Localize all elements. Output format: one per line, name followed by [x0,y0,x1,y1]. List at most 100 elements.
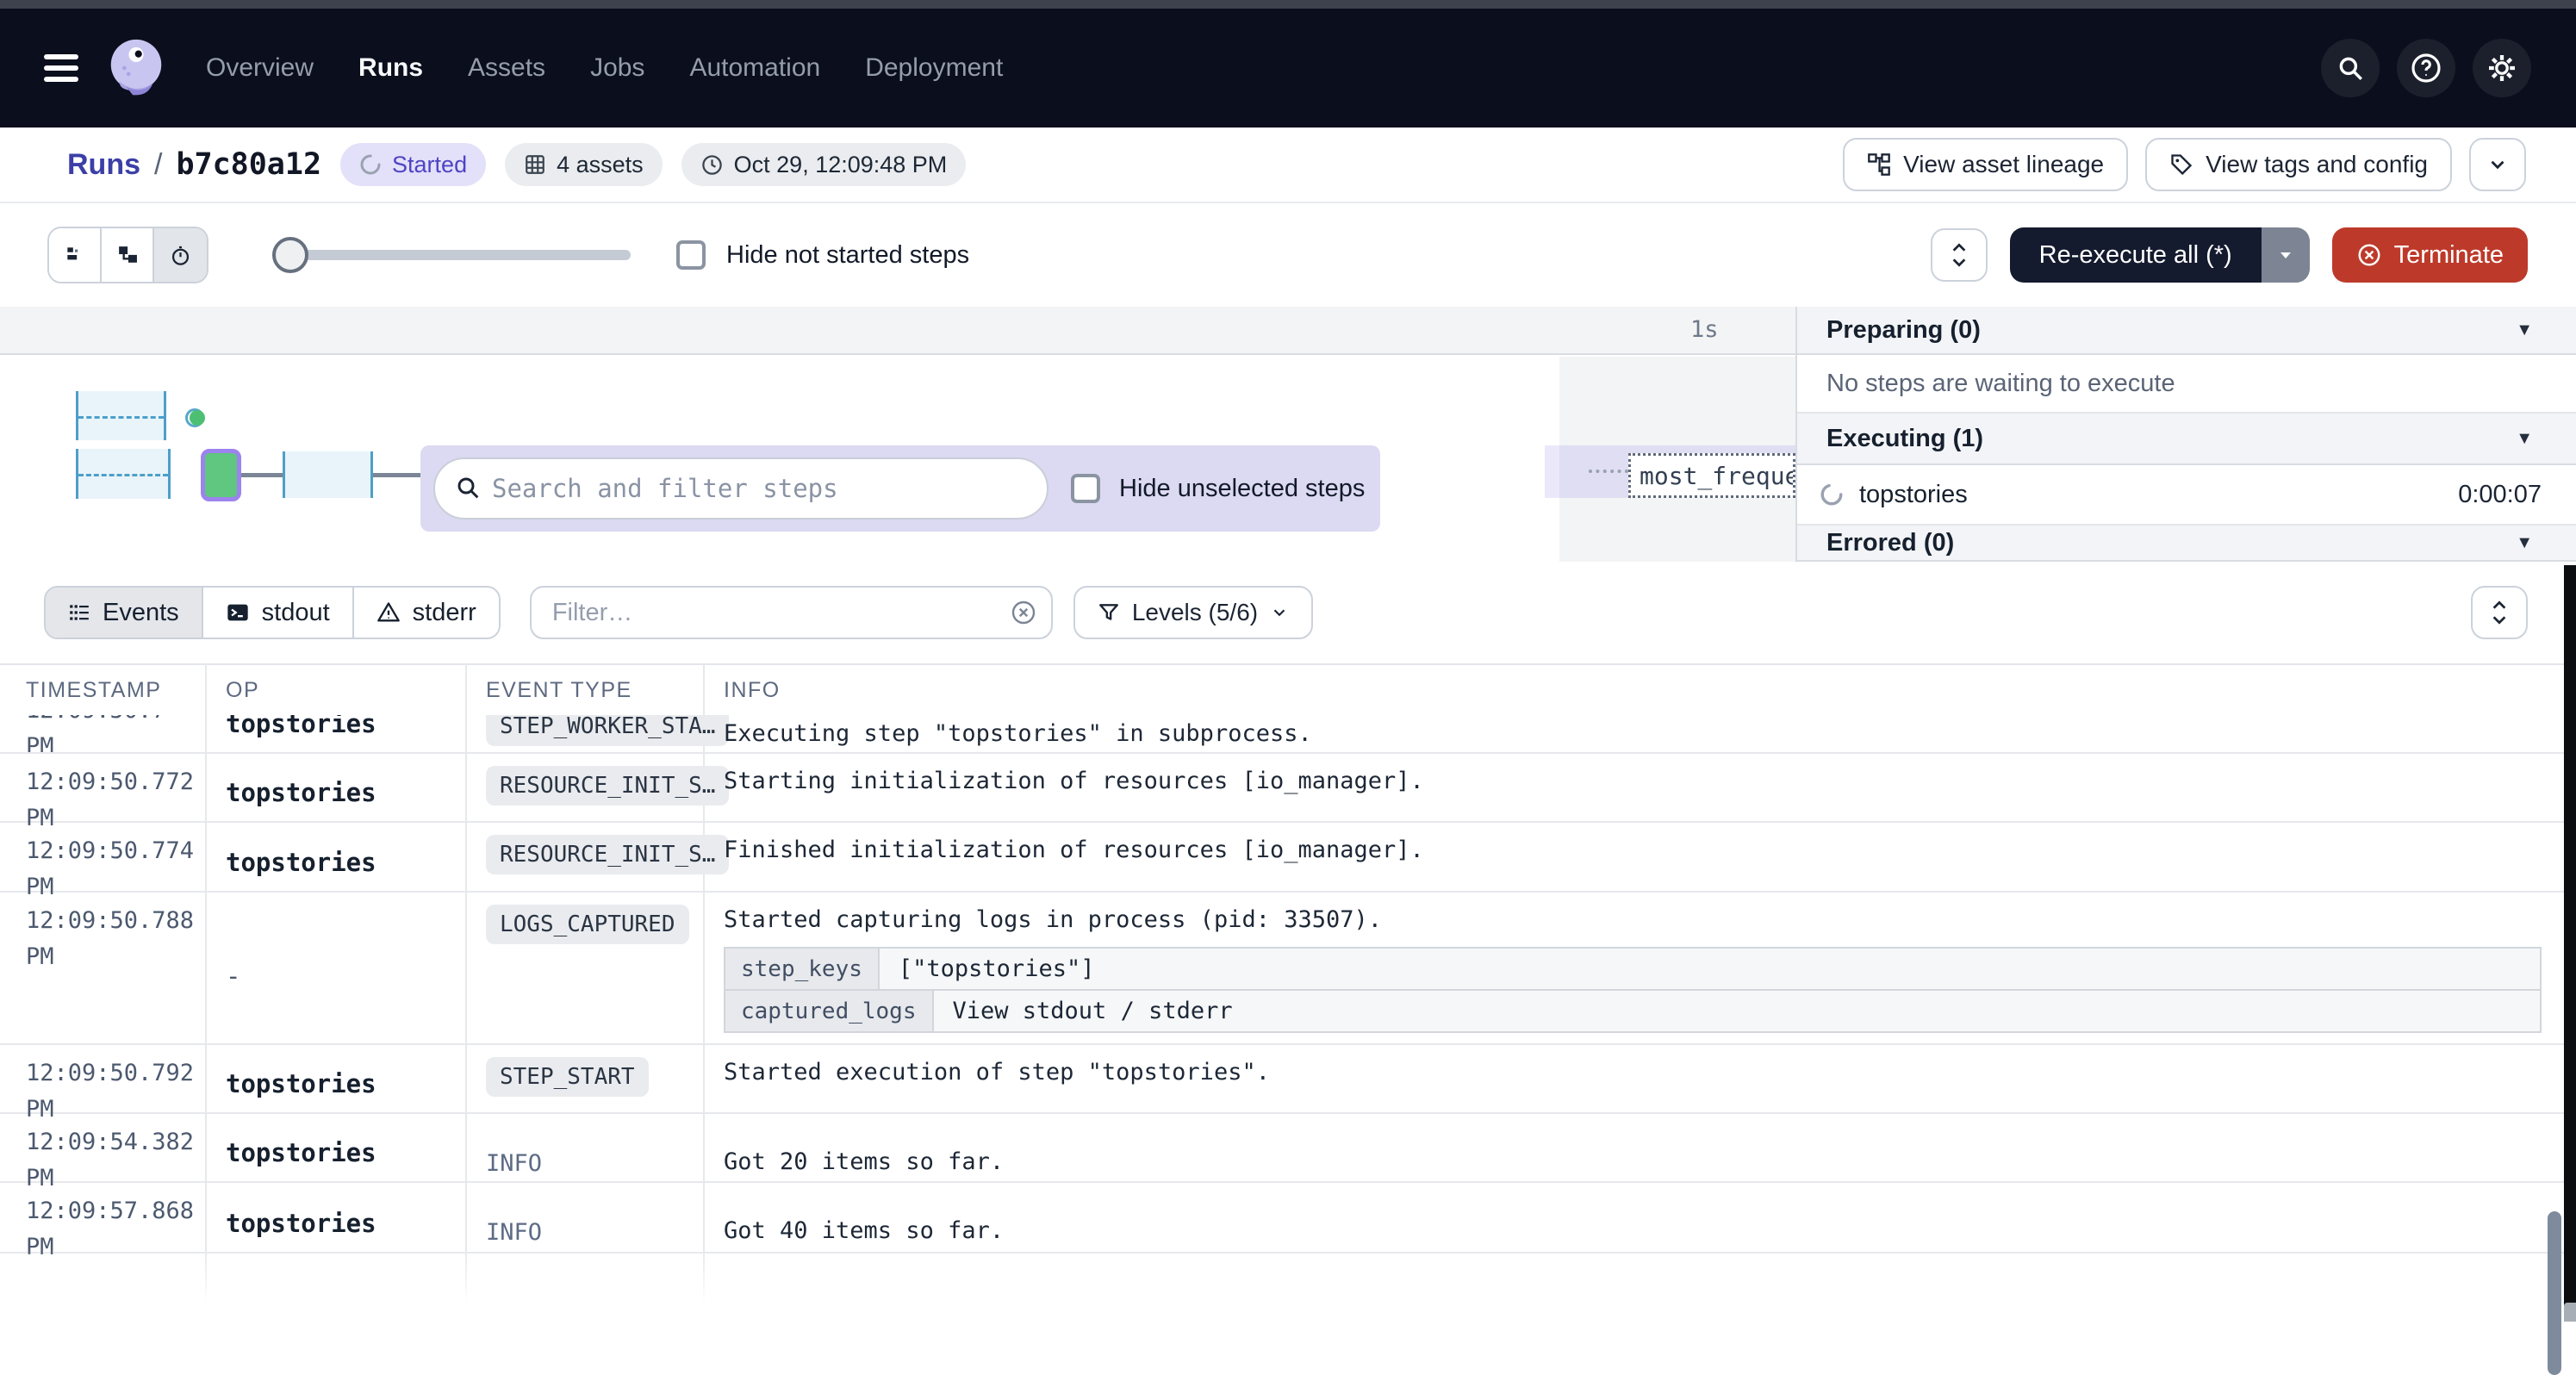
search-icon [454,474,482,501]
metadata-key: captured_logs [725,991,934,1031]
errored-section-header[interactable]: Errored (0) ▼ [1797,526,2576,562]
zoom-slider-track[interactable] [276,250,631,260]
search-steps-input[interactable] [433,457,1048,520]
event-row[interactable]: 12:09:57.868PM topstories INFO Got 40 it… [0,1183,2576,1254]
event-type-chip: STEP_START [486,1057,649,1097]
info-cell: Got 20 items so far. [703,1114,2576,1181]
tab-events-label: Events [103,599,179,627]
event-type-chip: STEP_WORKER_STA… [486,715,729,746]
levels-filter-button[interactable]: Levels (5/6) [1073,586,1313,639]
vertical-scrollbar-thumb[interactable] [2548,1211,2561,1375]
reexecute-all-button[interactable]: Re-execute all (*) [2010,227,2262,283]
col-header-timestamp: TIMESTAMP [0,678,205,703]
executing-section-header[interactable]: Executing (1) ▼ [1797,414,2576,465]
timestamp-cell: 12:09:54.382PM [0,1114,205,1181]
preparing-empty-text: No steps are waiting to execute [1826,370,2175,398]
timing-view-button[interactable] [154,228,207,282]
tab-stderr[interactable]: stderr [354,588,499,638]
run-id: b7c80a12 [176,147,321,182]
start-time-badge: Oct 29, 12:09:48 PM [681,143,967,186]
reexecute-options-caret[interactable] [2262,227,2310,283]
terminate-label: Terminate [2394,241,2504,270]
gantt-running-step-bar[interactable] [201,449,241,501]
event-type-cell: INFO [465,1114,703,1181]
terminate-button[interactable]: Terminate [2332,227,2528,283]
op-cell: - [205,893,465,1043]
stderr-warning-icon [376,600,401,625]
event-type-cell: RESOURCE_INIT_S… [465,754,703,821]
run-action-buttons: Re-execute all (*) Terminate [1931,227,2528,283]
col-header-info: INFO [703,678,2576,703]
gantt-toolbar: Hide not started steps Re-execute all (*… [0,203,2576,307]
waterfall-view-button[interactable] [102,228,154,282]
gantt-queued-step-box[interactable] [76,449,171,499]
gantt-queued-step-box[interactable] [76,391,166,440]
view-asset-lineage-button[interactable]: View asset lineage [1843,138,2128,191]
nav-item-deployment[interactable]: Deployment [865,53,1003,83]
chevron-down-icon [1270,603,1289,622]
breadcrumb-runs-link[interactable]: Runs [67,148,140,182]
hide-unselected-checkbox[interactable] [1071,474,1100,503]
zoom-slider[interactable] [276,237,631,273]
timestamp-cell: 12:09:50.774PM [0,823,205,891]
nav-item-jobs[interactable]: Jobs [590,53,644,83]
dagster-logo-icon[interactable] [103,34,170,102]
event-row[interactable]: 12:09:50.7PM topstories STEP_WORKER_STA…… [0,715,2576,754]
time-badge-label: Oct 29, 12:09:48 PM [734,152,948,178]
clear-filter-icon[interactable] [1010,599,1037,626]
terminate-x-circle-icon [2356,242,2382,268]
run-actions-dropdown-button[interactable] [2469,138,2526,191]
hide-not-started-label: Hide not started steps [726,241,969,270]
event-row[interactable]: 12:09:50.792PM topstories STEP_START Sta… [0,1045,2576,1114]
gantt-step-label[interactable]: most_frequent [1628,453,1795,498]
tab-events[interactable]: Events [46,588,203,638]
waterfall-view-icon [116,244,139,266]
log-filter [530,586,1053,639]
log-toolbar: Events stdout stderr Levels (5/6) [0,562,2576,663]
op-cell: topstories [205,1114,465,1181]
collapse-triangle-icon[interactable]: ▼ [2516,533,2533,553]
nav-item-assets[interactable]: Assets [468,53,545,83]
col-header-op: OP [205,678,465,703]
expand-collapse-panels-button[interactable] [1931,228,1988,282]
executing-step-row[interactable]: topstories 0:00:07 [1797,465,2576,526]
event-row[interactable]: 12:09:50.772PM topstories RESOURCE_INIT_… [0,754,2576,823]
log-tab-group: Events stdout stderr [44,586,501,639]
metadata-key: step_keys [725,949,880,989]
log-filter-input[interactable] [530,586,1053,639]
table-header-row: TIMESTAMP OP EVENT TYPE INFO [0,665,2576,715]
hamburger-menu-icon[interactable] [44,48,78,88]
captured-logs-link[interactable]: View stdout / stderr [934,991,1252,1031]
event-row[interactable]: 12:09:50.788PM - LOGS_CAPTURED Started c… [0,893,2576,1045]
event-row[interactable]: 12:09:50.774PM topstories RESOURCE_INIT_… [0,823,2576,893]
view-tags-config-button[interactable]: View tags and config [2145,138,2452,191]
assets-count-badge[interactable]: 4 assets [505,143,663,186]
view-asset-lineage-label: View asset lineage [1903,151,2104,178]
gantt-step-marker-dot[interactable] [185,408,204,427]
scrollbar-corner [2564,1303,2576,1322]
settings-gear-icon[interactable] [2473,39,2531,97]
metadata-row: step_keys ["topstories"] [725,949,2540,991]
tag-icon [2169,152,2193,177]
breadcrumb: Runs / b7c80a12 Started 4 assets Oct 29,… [67,143,966,186]
hide-not-started-checkbox[interactable] [676,240,706,270]
metadata-row: captured_logs View stdout / stderr [725,991,2540,1033]
gantt-step-range-box[interactable] [283,451,373,498]
event-row[interactable]: 12:09:54.382PM topstories INFO Got 20 it… [0,1114,2576,1183]
info-cell: Started capturing logs in process (pid: … [703,893,2576,1043]
help-icon[interactable] [2397,39,2455,97]
collapse-triangle-icon[interactable]: ▼ [2516,429,2533,449]
preparing-section-header[interactable]: Preparing (0) ▼ [1797,307,2576,355]
collapse-triangle-icon[interactable]: ▼ [2516,320,2533,340]
flat-view-button[interactable] [49,228,102,282]
search-icon[interactable] [2321,39,2380,97]
gantt-body: most_frequent Hide unselected steps [0,357,1795,562]
nav-item-automation[interactable]: Automation [689,53,820,83]
expand-log-panel-button[interactable] [2471,586,2528,639]
executing-step-name[interactable]: topstories [1859,481,1968,509]
up-down-chevrons-icon [1948,240,1970,270]
nav-item-overview[interactable]: Overview [206,53,314,83]
nav-item-runs[interactable]: Runs [358,53,423,83]
tab-stdout[interactable]: stdout [203,588,354,638]
zoom-slider-thumb[interactable] [272,237,308,273]
